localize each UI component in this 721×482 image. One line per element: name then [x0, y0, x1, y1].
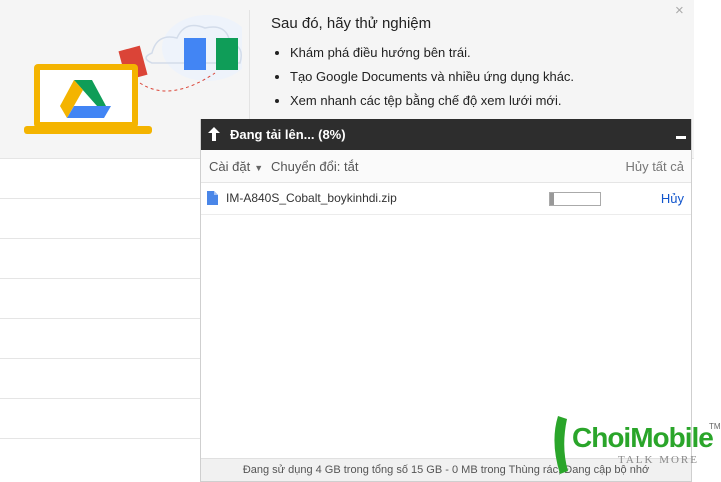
list-item[interactable] — [0, 239, 200, 279]
cancel-upload-button[interactable]: Hủy — [661, 191, 684, 206]
close-icon[interactable]: × — [675, 3, 684, 18]
minimize-icon[interactable] — [676, 136, 686, 139]
list-item[interactable] — [0, 199, 200, 239]
promo-tip: Khám phá điều hướng bên trái. — [272, 44, 574, 68]
watermark-brand: ChoiMobile — [572, 422, 714, 453]
watermark-logo: ChoiMobile TALK MORE TM — [552, 410, 721, 482]
file-name: IM-A840S_Cobalt_boykinhdi.zip — [226, 191, 397, 205]
convert-status[interactable]: Chuyển đổi: tắt — [271, 159, 358, 174]
promo-tips: Khám phá điều hướng bên trái. Tạo Google… — [272, 44, 574, 116]
cancel-all-button[interactable]: Hủy tất cả — [625, 159, 684, 174]
file-list — [0, 159, 200, 482]
list-item[interactable] — [0, 159, 200, 199]
file-icon — [207, 191, 218, 205]
upload-header: Đang tải lên... (8%) — [201, 119, 691, 150]
upload-toolbar: Cài đặt ▼ Chuyển đổi: tắt Hủy tất cả — [201, 150, 691, 183]
list-item[interactable] — [0, 359, 200, 399]
upload-progress-bar — [549, 192, 601, 206]
settings-label: Cài đặt — [209, 159, 251, 174]
upload-arrow-icon — [208, 127, 220, 141]
list-item[interactable] — [0, 279, 200, 319]
watermark-tagline: TALK MORE — [618, 454, 699, 466]
promo-tip: Xem nhanh các tệp bằng chế độ xem lưới m… — [272, 92, 574, 116]
list-item[interactable] — [0, 399, 200, 439]
settings-menu[interactable]: Cài đặt ▼ — [209, 159, 263, 174]
upload-progress-fill — [550, 193, 554, 205]
upload-title: Đang tải lên... (8%) — [230, 127, 346, 142]
chevron-down-icon: ▼ — [254, 163, 264, 173]
list-item[interactable] — [0, 319, 200, 359]
promo-title: Sau đó, hãy thử nghiệm — [271, 15, 432, 32]
promo-tip: Tạo Google Documents và nhiều ứng dụng k… — [272, 68, 574, 92]
watermark-tm: TM — [709, 422, 721, 431]
upload-item: IM-A840S_Cobalt_boykinhdi.zip Hủy — [201, 183, 691, 215]
